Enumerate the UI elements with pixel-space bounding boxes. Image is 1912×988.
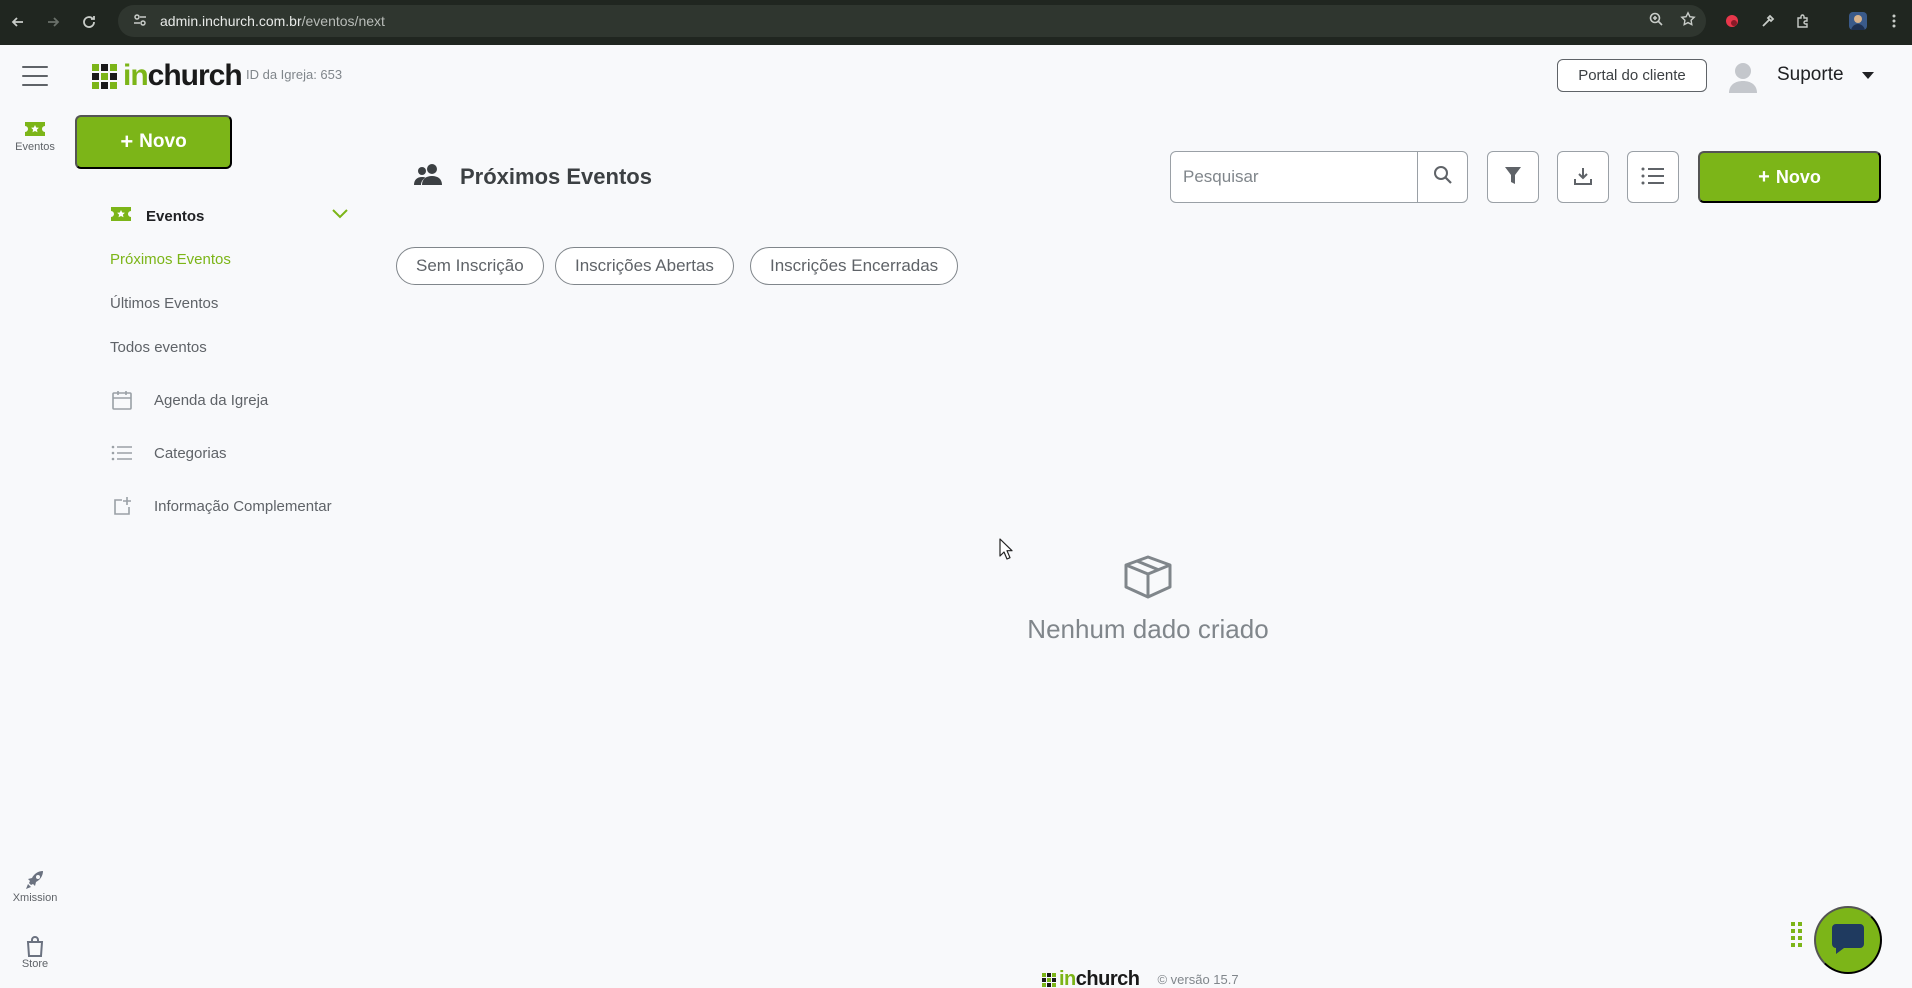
chip-sem-inscricao[interactable]: Sem Inscrição [396, 247, 544, 285]
sidebar-item-agenda[interactable]: Agenda da Igreja [110, 387, 268, 413]
rocket-icon [23, 868, 47, 892]
rail-item-xmission[interactable]: Xmission [0, 868, 70, 904]
empty-state-text: Nenhum dado criado [1027, 614, 1269, 644]
page-title: Próximos Eventos [460, 163, 652, 189]
search-box [1170, 151, 1468, 203]
site-settings-icon[interactable] [132, 12, 148, 31]
main-new-button[interactable]: + Novo [1698, 151, 1881, 203]
sidebar-item-ultimos-eventos[interactable]: Últimos Eventos [110, 295, 218, 312]
url-domain: admin.inchurch.com.br [160, 13, 302, 29]
sidebar-item-informacao-complementar[interactable]: Informação Complementar [110, 493, 332, 519]
reload-icon[interactable] [72, 5, 106, 39]
list-view-button[interactable] [1627, 151, 1679, 203]
footer-logo-church: church [1075, 968, 1140, 988]
page-header: Próximos Eventos [414, 163, 652, 190]
filter-icon [1504, 166, 1522, 189]
url-text: admin.inchurch.com.br/eventos/next [160, 13, 385, 29]
calendar-icon [110, 388, 134, 412]
logo-church-text: church [147, 59, 243, 92]
chat-button[interactable] [1814, 906, 1882, 974]
zoom-icon[interactable] [1648, 11, 1664, 32]
plus-icon: + [120, 129, 134, 154]
extensions-puzzle-icon[interactable] [1788, 6, 1818, 36]
drag-handle-icon[interactable] [1791, 922, 1802, 947]
chip-inscricoes-encerradas[interactable]: Inscrições Encerradas [750, 247, 959, 285]
empty-state: Nenhum dado criado [1008, 555, 1288, 645]
shopping-bag-icon [23, 934, 47, 958]
sidebar-item-label: Categorias [154, 444, 227, 462]
url-path: /eventos/next [301, 13, 385, 29]
left-rail: Eventos Xmission Store [0, 45, 70, 988]
version-text: © versão 15.7 [1157, 972, 1239, 987]
bookmark-star-icon[interactable] [1680, 10, 1696, 32]
footer: inchurch © versão 15.7 [1042, 968, 1239, 988]
footer-logo: inchurch [1059, 968, 1140, 988]
rail-item-label: Eventos [15, 141, 55, 153]
rail-item-eventos[interactable]: Eventos [0, 117, 70, 153]
rail-item-label: Xmission [12, 892, 58, 904]
sidebar-new-label: Novo [139, 131, 187, 152]
chevron-down-icon[interactable] [332, 206, 348, 224]
main-new-label: Novo [1775, 166, 1821, 187]
chat-bubble-icon [1830, 922, 1866, 959]
sidebar-item-proximos-eventos[interactable]: Próximos Eventos [110, 251, 231, 268]
search-button[interactable] [1417, 152, 1467, 202]
rail-item-store[interactable]: Store [0, 934, 70, 970]
user-avatar-icon[interactable] [1728, 61, 1758, 93]
mouse-cursor-icon [999, 538, 1013, 565]
browser-menu-icon[interactable] [1879, 6, 1909, 36]
logo-grid-icon [92, 63, 117, 89]
chip-inscricoes-abertas[interactable]: Inscrições Abertas [555, 247, 734, 285]
sidebar-new-button[interactable]: + Novo [75, 115, 232, 169]
eyedropper-icon[interactable] [1753, 6, 1783, 36]
logo-grid-icon [1042, 972, 1056, 987]
inchurch-logo[interactable]: inchurch [92, 59, 243, 93]
back-icon[interactable] [1, 5, 35, 39]
ticket-icon [23, 117, 47, 141]
filter-button[interactable] [1487, 151, 1539, 203]
sidebar-section-eventos[interactable]: Eventos [110, 204, 348, 228]
search-icon [1433, 165, 1453, 190]
plus-icon: + [1758, 165, 1770, 188]
ticket-icon [110, 205, 132, 228]
users-icon [414, 163, 444, 190]
download-icon [1574, 167, 1592, 188]
address-bar[interactable]: admin.inchurch.com.br/eventos/next [118, 5, 1706, 37]
download-button[interactable] [1557, 151, 1609, 203]
rail-item-label: Store [21, 958, 49, 970]
portal-do-cliente-button[interactable]: Portal do cliente [1557, 59, 1707, 92]
sidebar-item-todos-eventos[interactable]: Todos eventos [110, 339, 207, 356]
hamburger-menu-icon[interactable] [22, 66, 48, 86]
list-icon [110, 441, 134, 465]
sidebar-item-label: Agenda da Igreja [154, 391, 269, 409]
empty-box-icon [1122, 555, 1174, 604]
extension-icon-red[interactable] [1717, 6, 1747, 36]
footer-logo-in: in [1059, 968, 1076, 988]
sidebar-item-categorias[interactable]: Categorias [110, 440, 227, 466]
add-info-icon [110, 494, 134, 518]
profile-avatar-icon[interactable] [1843, 6, 1873, 36]
forward-icon[interactable] [36, 5, 70, 39]
church-id: ID da Igreja: 653 [246, 67, 343, 82]
sidebar-section-label: Eventos [146, 207, 205, 225]
list-icon [1641, 167, 1665, 188]
sidebar-item-label: Informação Complementar [154, 497, 332, 515]
logo-in-text: in [123, 59, 149, 92]
browser-toolbar: admin.inchurch.com.br/eventos/next [0, 0, 1912, 45]
search-input[interactable] [1171, 152, 1417, 202]
user-menu-caret-icon[interactable] [1862, 72, 1874, 79]
user-name[interactable]: Suporte [1777, 64, 1844, 86]
